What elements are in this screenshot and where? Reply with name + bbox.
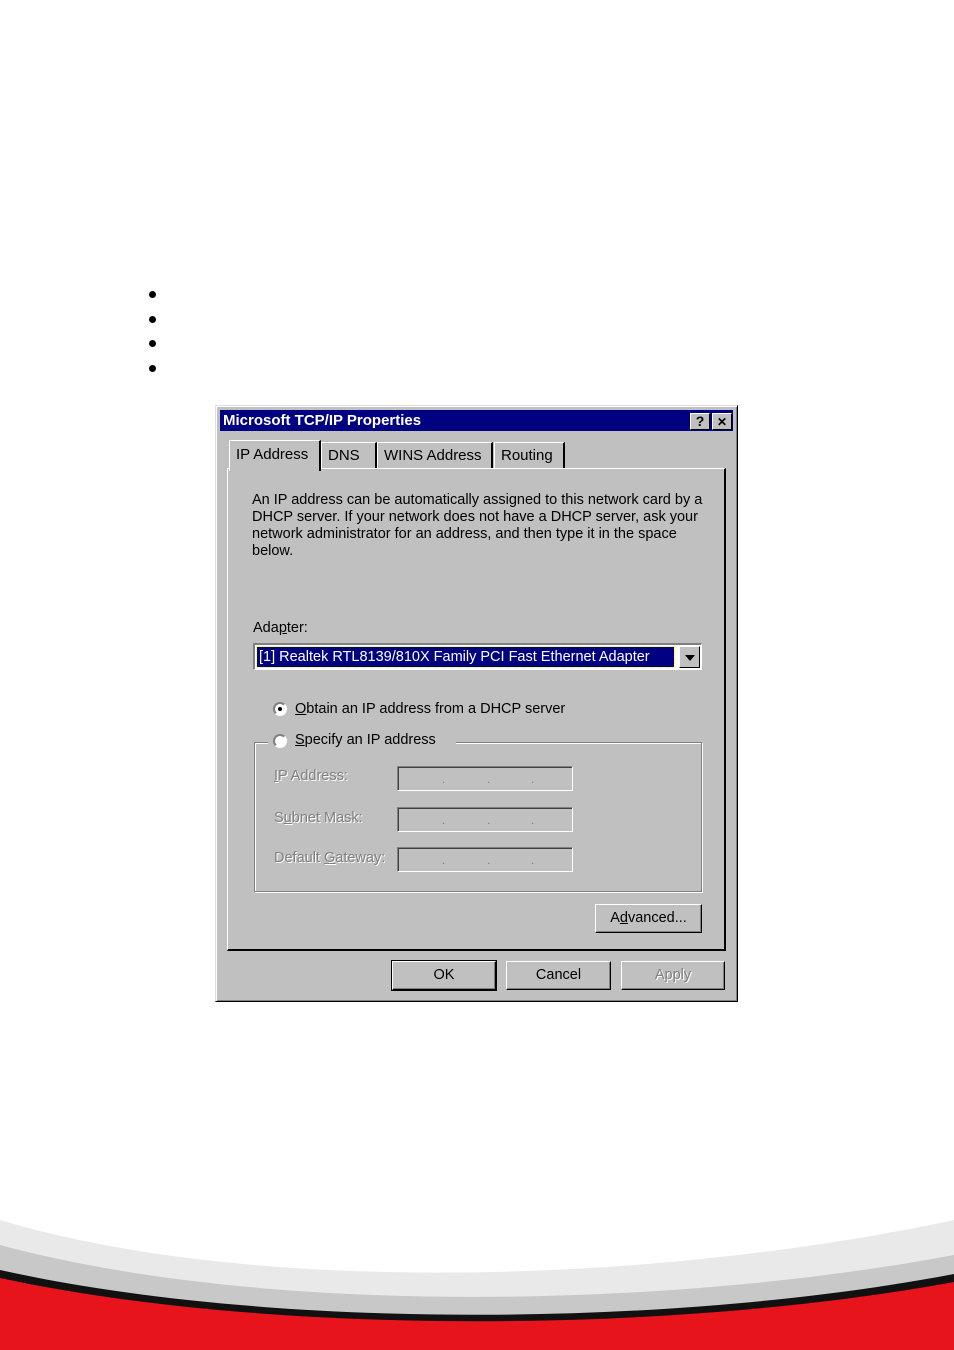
bullet-1 bbox=[149, 291, 156, 298]
tab-dns[interactable]: DNS bbox=[321, 442, 377, 469]
adapter-select[interactable]: [1] Realtek RTL8139/810X Family PCI Fast… bbox=[253, 643, 702, 670]
subnet-mask-field[interactable]: . . . bbox=[397, 807, 573, 832]
tab-label: IP Address bbox=[236, 446, 309, 463]
adapter-label: Adapter: bbox=[253, 620, 308, 636]
ip-address-label: IP Address: bbox=[274, 768, 348, 784]
bullet-2 bbox=[149, 316, 156, 323]
radio-obtain-dhcp[interactable] bbox=[273, 702, 287, 716]
chevron-down-icon bbox=[685, 655, 695, 661]
bullet-4 bbox=[149, 365, 156, 372]
close-button[interactable]: ✕ bbox=[712, 413, 732, 430]
apply-button[interactable]: Apply bbox=[621, 961, 725, 990]
tab-label: WINS Address bbox=[384, 447, 482, 464]
ok-button[interactable]: OK bbox=[391, 960, 497, 991]
window-title: Microsoft TCP/IP Properties bbox=[223, 412, 422, 429]
footer-swoosh bbox=[0, 1220, 954, 1350]
close-icon: ✕ bbox=[716, 415, 728, 429]
tab-wins-address[interactable]: WINS Address bbox=[377, 442, 493, 469]
cancel-button[interactable]: Cancel bbox=[506, 961, 611, 990]
tab-ip-address[interactable]: IP Address bbox=[229, 440, 321, 471]
title-bar[interactable]: Microsoft TCP/IP Properties ? ✕ bbox=[220, 410, 733, 431]
dhcp-description: An IP address can be automatically assig… bbox=[252, 492, 703, 559]
advanced-button[interactable]: Advanced... bbox=[595, 904, 702, 933]
tab-routing[interactable]: Routing bbox=[494, 442, 565, 469]
subnet-mask-label: Subnet Mask: bbox=[274, 810, 363, 826]
radio-obtain-dhcp-label[interactable]: Obtain an IP address from a DHCP server bbox=[295, 701, 565, 717]
tab-label: Routing bbox=[501, 447, 553, 464]
bullet-3 bbox=[149, 340, 156, 347]
default-gateway-label: Default Gateway: bbox=[274, 850, 386, 866]
dropdown-button[interactable] bbox=[679, 646, 700, 668]
tab-label: DNS bbox=[328, 447, 360, 464]
group-legend: Specify an IP address bbox=[268, 732, 456, 752]
radio-dot bbox=[278, 707, 282, 711]
radio-specify-ip-label[interactable]: Specify an IP address bbox=[295, 732, 436, 748]
help-button[interactable]: ? bbox=[690, 413, 710, 430]
help-icon: ? bbox=[695, 413, 705, 429]
adapter-selected-value: [1] Realtek RTL8139/810X Family PCI Fast… bbox=[256, 646, 675, 668]
ip-address-field[interactable]: . . . bbox=[397, 766, 573, 791]
radio-specify-ip[interactable] bbox=[273, 734, 287, 748]
default-gateway-field[interactable]: . . . bbox=[397, 847, 573, 872]
